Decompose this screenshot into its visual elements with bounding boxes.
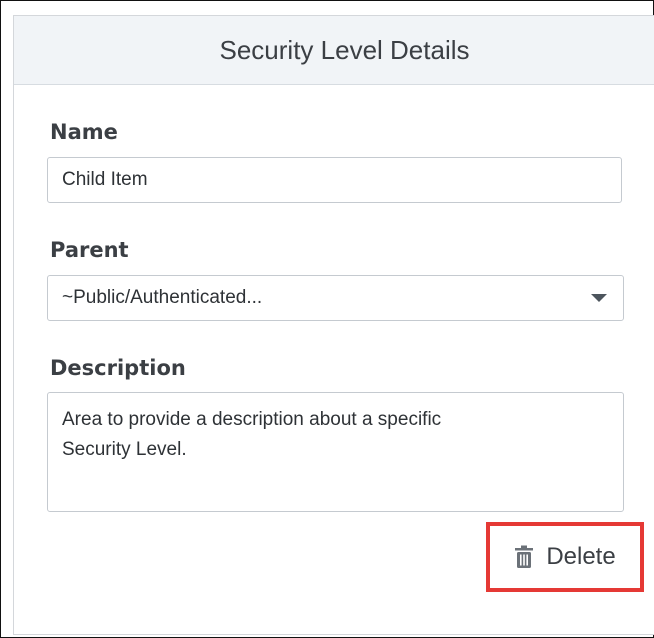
parent-selected-value: ~Public/Authenticated... <box>62 287 263 308</box>
parent-select[interactable]: ~Public/Authenticated... <box>47 275 624 321</box>
delete-button[interactable]: Delete <box>486 522 644 592</box>
panel-title: Security Level Details <box>219 34 470 65</box>
delete-label: Delete <box>546 543 616 570</box>
trash-icon <box>514 545 534 569</box>
parent-label: Parent <box>50 238 129 262</box>
security-level-details-panel: Security Level Details Name Parent ~Publ… <box>13 15 654 635</box>
chevron-down-icon <box>591 294 607 302</box>
window-frame: Security Level Details Name Parent ~Publ… <box>0 0 654 638</box>
description-label: Description <box>50 356 186 380</box>
name-label: Name <box>50 120 118 144</box>
panel-header: Security Level Details <box>14 16 654 85</box>
description-field[interactable]: Area to provide a description about a sp… <box>47 392 624 512</box>
name-field[interactable] <box>47 157 622 203</box>
